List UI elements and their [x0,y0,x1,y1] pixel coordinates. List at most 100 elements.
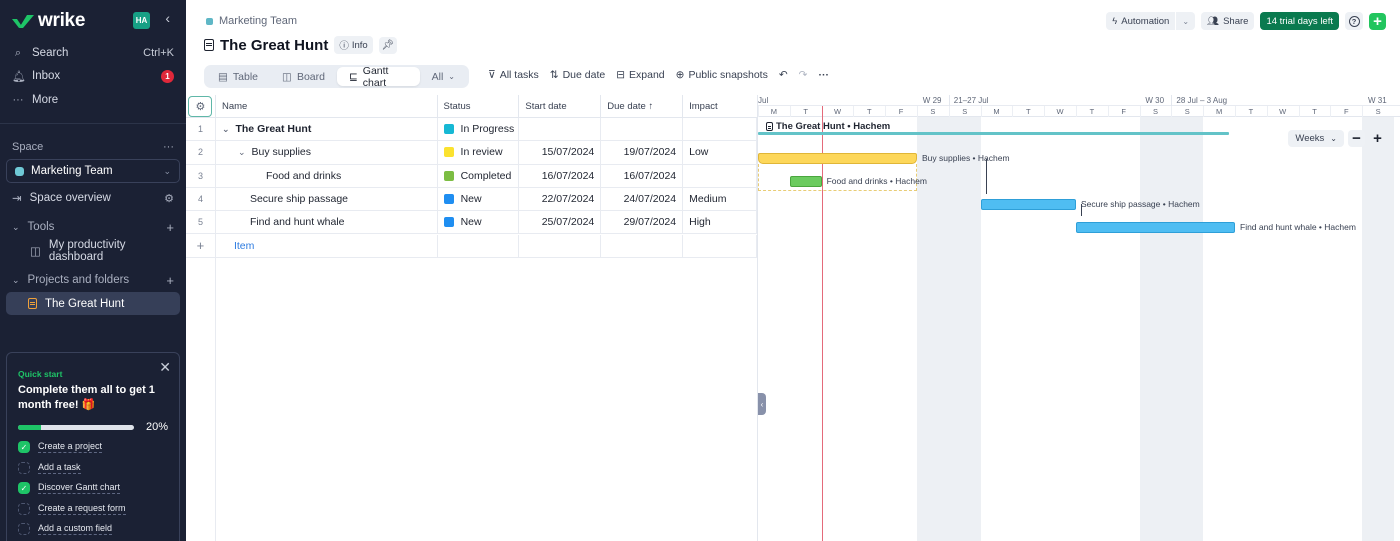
impact-cell[interactable]: Low [683,141,757,164]
col-header-due-date[interactable]: Due date ↑ [601,95,684,117]
redo-icon[interactable]: ↷ [799,69,808,81]
project-summary-bar[interactable] [758,132,1229,135]
tab-table[interactable]: ▤ Table [206,67,270,86]
wrike-logo[interactable]: wrike [12,10,85,32]
tab-all[interactable]: All ⌄ [420,67,467,86]
nav-search[interactable]: ⌕ Search Ctrl+K [12,43,174,63]
table-row[interactable]: 1 ⌄ The Great Hunt In Progress [186,118,758,142]
gantt-bar[interactable] [758,153,917,164]
trial-days-button[interactable]: 14 trial days left [1260,12,1339,30]
status-cell[interactable]: Completed [438,164,520,187]
col-header-name[interactable]: Name [216,95,438,117]
quick-start-item[interactable]: Add a task [18,461,168,475]
breadcrumb[interactable]: Marketing Team [206,15,297,27]
chevron-down-icon: ⌄ [1330,134,1337,143]
col-header-impact[interactable]: Impact [683,95,757,117]
close-icon[interactable]: ✕ [159,359,171,376]
share-button[interactable]: 👥︎ Share [1201,12,1255,30]
quick-start-item[interactable]: Add a custom field [18,523,168,536]
table-row[interactable]: 2 ⌄ Buy supplies In review 15/07/2024 19/07/2… [186,141,757,165]
impact-cell[interactable] [683,164,757,187]
task-name-cell[interactable]: ⌄ Buy supplies [216,141,438,164]
more-options-icon[interactable]: ··· [818,69,829,81]
gear-icon[interactable]: ⚙ [164,192,174,205]
table-header: ⚙ Name Status Start date Due date ↑ Impa… [186,95,757,118]
tools-section[interactable]: ⌄ Tools + [12,217,174,237]
due-date-cell[interactable] [601,118,684,141]
scale-select[interactable]: Weeks ⌄ [1288,130,1344,147]
page-title[interactable]: The Great Hunt [220,37,328,54]
add-item-row[interactable]: + Item [186,234,757,258]
status-cell[interactable]: In review [438,141,520,164]
create-new-button[interactable]: + [1369,12,1386,30]
gantt-bar[interactable] [1076,222,1235,233]
help-button[interactable]: ? [1345,12,1363,30]
quick-start-item[interactable]: ✓ Discover Gantt chart [18,482,168,495]
pin-button[interactable]: 📌︎ [378,36,397,54]
zoom-out-button[interactable]: − [1348,130,1365,147]
gantt-bar[interactable] [789,176,822,187]
plus-icon[interactable]: + [186,234,216,257]
sort-due-date[interactable]: ⇅ Due date [550,69,605,81]
chevron-down-icon[interactable]: ⌄ [1176,17,1195,26]
table-row[interactable]: 5 Find and hunt whale New 25/07/2024 29/07/2… [186,211,757,235]
nav-more[interactable]: ··· More [12,90,174,110]
table-row[interactable]: 4 Secure ship passage New 22/07/2024 24/07/2… [186,187,757,212]
all-tasks-filter[interactable]: ⊽ All tasks [488,69,539,81]
tools-item-dashboard[interactable]: ◫ My productivity dashboard [12,239,174,263]
column-settings-button[interactable]: ⚙ [186,95,216,117]
tab-board[interactable]: ◫ Board [270,67,337,86]
add-tool-icon[interactable]: + [166,220,174,235]
automation-button[interactable]: ϟ Automation ⌄ [1106,12,1196,30]
due-date-cell[interactable]: 29/07/2024 [601,211,684,234]
add-item-label[interactable]: Item [216,234,438,257]
start-date-cell[interactable]: 16/07/2024 [519,164,602,187]
space-overview[interactable]: ⇥ Space overview ⚙ [12,188,174,208]
start-date-cell[interactable] [519,118,602,141]
status-cell[interactable]: In Progress [438,118,520,141]
status-cell[interactable]: New [438,211,520,234]
space-selector[interactable]: Marketing Team ⌄ [6,159,180,183]
zoom-in-button[interactable]: + [1369,130,1386,147]
table-row[interactable]: 3 Food and drinks Completed 16/07/2024 16/07… [186,164,757,188]
start-date-cell[interactable]: 22/07/2024 [519,187,602,211]
start-date-cell[interactable]: 25/07/2024 [519,211,602,234]
add-project-icon[interactable]: + [166,273,174,288]
public-snapshots-button[interactable]: ⊕ Public snapshots [676,69,768,81]
collapse-sidebar-icon[interactable]: ‹ [165,10,170,26]
projects-section[interactable]: ⌄ Projects and folders + [12,270,174,290]
dashboard-label: My productivity dashboard [48,239,126,263]
gantt-bar[interactable] [980,199,1076,210]
impact-cell[interactable]: Medium [683,187,757,211]
task-name-cell[interactable]: ⌄ The Great Hunt [216,118,438,141]
quick-start-item[interactable]: ✓ Create a project [18,441,168,454]
space-more-icon[interactable]: ··· [163,141,174,153]
col-header-status[interactable]: Status [438,95,520,117]
nav-inbox[interactable]: 🔔︎ Inbox 1 [12,66,174,86]
due-date-cell[interactable]: 24/07/2024 [601,187,684,211]
undo-icon[interactable]: ↶ [779,69,788,81]
info-button[interactable]: ⓘ Info [334,36,373,54]
status-color-icon [443,147,454,158]
chevron-down-icon[interactable]: ⌄ [222,124,230,135]
due-date-cell[interactable]: 16/07/2024 [601,164,684,187]
expand-button[interactable]: ⊟ Expand [616,69,664,81]
start-date-cell[interactable]: 15/07/2024 [519,141,602,164]
status-cell[interactable]: New [438,187,520,211]
tab-gantt-chart[interactable]: ⊑ Gantt chart [336,65,420,89]
task-name-cell[interactable]: Secure ship passage [216,187,438,211]
due-date-cell[interactable]: 19/07/2024 [601,141,684,164]
quick-start-item[interactable]: Create a request form [18,502,168,516]
chevron-down-icon[interactable]: ⌄ [238,147,246,158]
breadcrumb-space[interactable]: Marketing Team [219,15,297,27]
impact-cell[interactable]: High [683,211,757,234]
avatar[interactable]: HA [133,12,150,29]
impact-cell[interactable] [683,118,758,141]
task-name-cell[interactable]: Find and hunt whale [216,211,438,234]
pane-splitter-handle[interactable]: ‹ [758,393,766,415]
status-color-icon [443,194,454,205]
col-header-start-date[interactable]: Start date [519,95,602,117]
project-summary-label[interactable]: The Great Hunt • Hachem [766,121,890,132]
task-name-cell[interactable]: Food and drinks [216,164,438,187]
project-item-the-great-hunt[interactable]: The Great Hunt [6,292,180,315]
